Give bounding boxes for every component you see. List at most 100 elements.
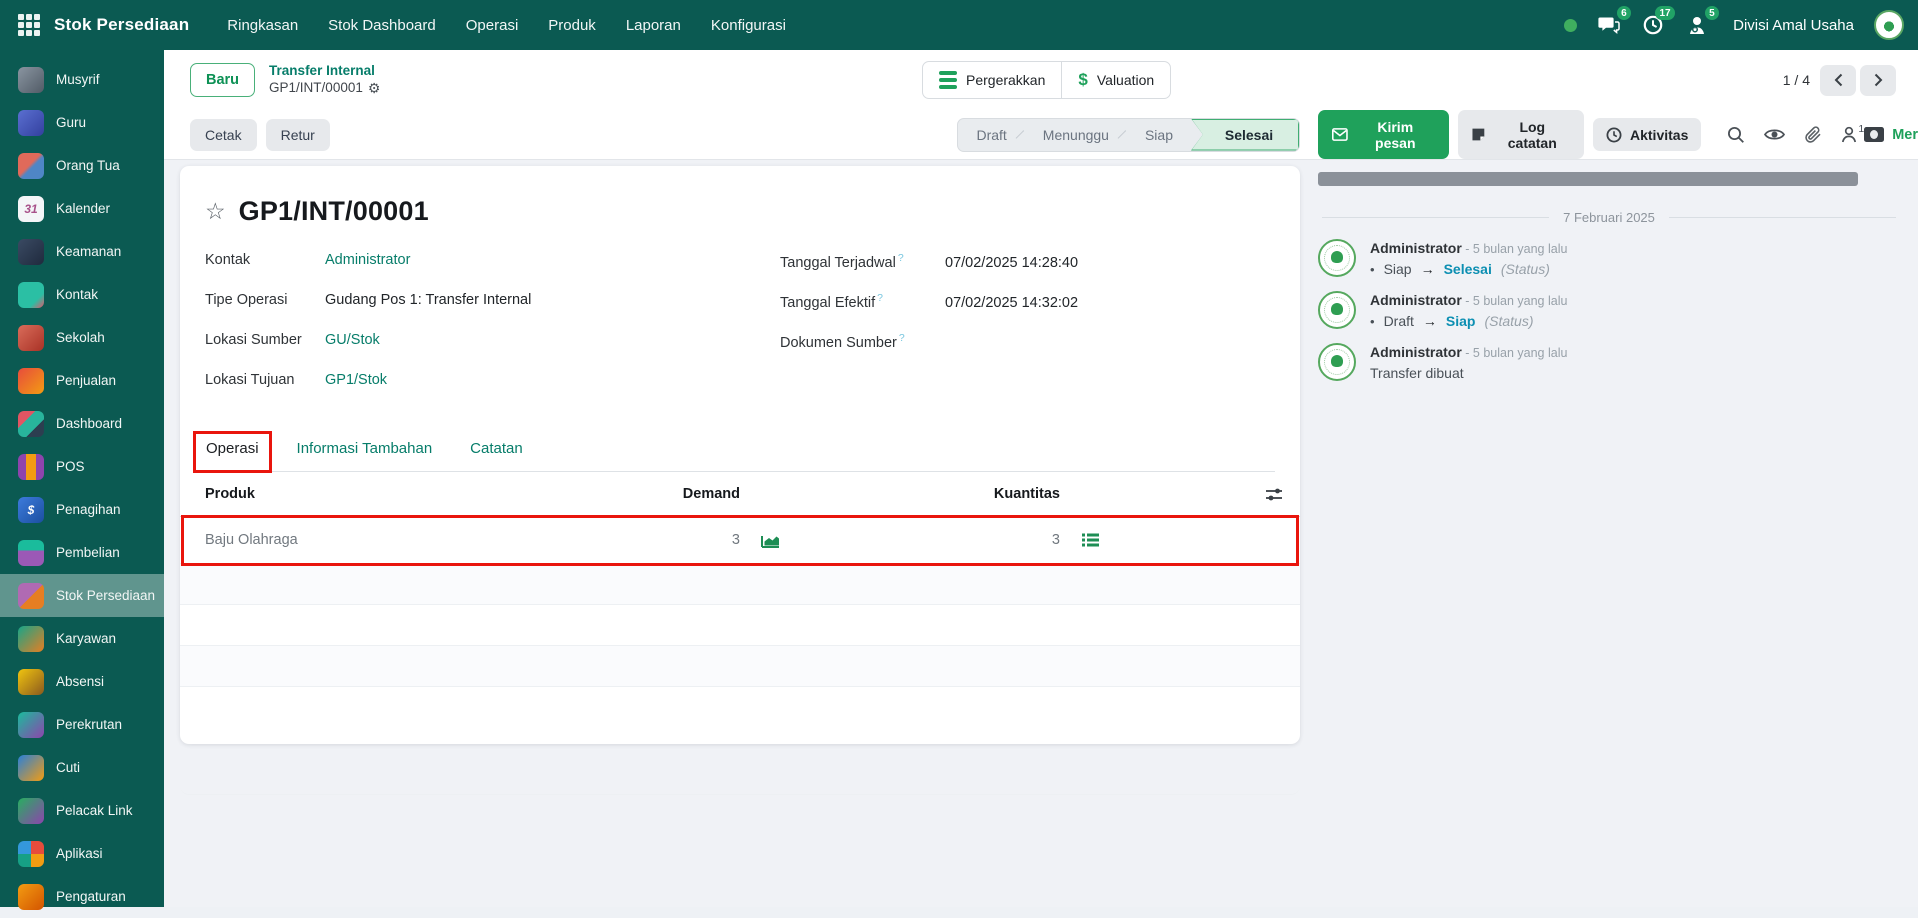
field-value-kontak[interactable]: Administrator [325, 252, 410, 268]
form-sheet: GP1/INT/00001 KontakAdministrator Tipe O… [180, 166, 1300, 744]
guru-icon [18, 110, 44, 136]
sidebar-item-kalender[interactable]: 31Kalender [0, 187, 164, 230]
messages-icon[interactable]: 6 [1597, 13, 1621, 37]
app-name[interactable]: Stok Persediaan [54, 15, 189, 35]
avatar[interactable] [1318, 291, 1356, 329]
message-author[interactable]: Administrator [1370, 292, 1462, 308]
sidebar-item-stok-persediaan[interactable]: Stok Persediaan [0, 574, 164, 617]
search-icon[interactable] [1727, 126, 1745, 144]
followers-icon[interactable]: 1 [1841, 126, 1864, 143]
empty-row[interactable] [180, 564, 1300, 605]
avatar[interactable] [1318, 343, 1356, 381]
help-icon[interactable]: ? [898, 252, 904, 264]
table-row[interactable]: Baju Olahraga33 [180, 517, 1300, 564]
eye-icon[interactable] [1764, 127, 1785, 142]
detailed-operations-icon[interactable] [1081, 532, 1100, 548]
moves-button[interactable]: Pergerakkan [923, 62, 1061, 98]
tab-operasi[interactable]: Operasi [206, 440, 259, 471]
sidebar-item-keamanan[interactable]: Keamanan [0, 230, 164, 273]
valuation-button[interactable]: Valuation [1061, 62, 1170, 98]
return-button[interactable]: Retur [266, 119, 330, 151]
gear-icon[interactable] [368, 80, 381, 98]
sidebar-item-pos[interactable]: POS [0, 445, 164, 488]
app-sidebar: Musyrif Guru Orang Tua 31Kalender Keaman… [0, 50, 164, 907]
sidebar-item-aplikasi[interactable]: Aplikasi [0, 832, 164, 875]
sidebar-item-karyawan[interactable]: Karyawan [0, 617, 164, 660]
topbar: Stok Persediaan Ringkasan Stok Dashboard… [0, 0, 1918, 50]
to-state[interactable]: Selesai [1444, 261, 1492, 277]
user-avatar[interactable] [1874, 10, 1904, 40]
help-icon[interactable]: ? [877, 292, 883, 304]
favorite-star-icon[interactable] [205, 200, 226, 223]
sidebar-item-dashboard[interactable]: Dashboard [0, 402, 164, 445]
sidebar-item-pelacak-link[interactable]: Pelacak Link [0, 789, 164, 832]
forecast-chart-icon[interactable] [760, 532, 781, 549]
menu-laporan[interactable]: Laporan [626, 17, 681, 34]
column-kuantitas[interactable]: Kuantitas [800, 486, 1060, 502]
sidebar-item-orang-tua[interactable]: Orang Tua [0, 144, 164, 187]
pager-prev-button[interactable] [1820, 65, 1856, 96]
sidebar-item-pembelian[interactable]: Pembelian [0, 531, 164, 574]
field-label-kontak: Kontak [205, 252, 325, 268]
sidebar-item-penagihan[interactable]: $Penagihan [0, 488, 164, 531]
status-draft[interactable]: Draft [958, 119, 1024, 151]
pager-next-button[interactable] [1860, 65, 1896, 96]
keamanan-icon [18, 239, 44, 265]
help-icon[interactable]: ? [899, 332, 905, 344]
activity-button[interactable]: Aktivitas [1593, 118, 1701, 151]
avatar[interactable] [1318, 239, 1356, 277]
message-author[interactable]: Administrator [1370, 240, 1462, 256]
follow-control[interactable]: Mer [1864, 127, 1918, 143]
menu-stok-dashboard[interactable]: Stok Dashboard [328, 17, 436, 34]
follow-label[interactable]: Mer [1892, 127, 1918, 143]
column-options [1120, 486, 1300, 503]
field-value-lokasi-tujuan[interactable]: GP1/Stok [325, 372, 387, 388]
field-value-lokasi-sumber[interactable]: GU/Stok [325, 332, 380, 348]
new-button[interactable]: Baru [190, 63, 255, 97]
empty-row[interactable] [180, 687, 1300, 795]
cell-demand: 3 [732, 532, 740, 548]
empty-row[interactable] [180, 605, 1300, 646]
menu-operasi[interactable]: Operasi [466, 17, 519, 34]
menu-produk[interactable]: Produk [548, 17, 596, 34]
paperclip-icon[interactable] [1804, 126, 1822, 144]
status-siap[interactable]: Siap [1127, 119, 1191, 151]
sidebar-item-sekolah[interactable]: Sekolah [0, 316, 164, 359]
sidebar-item-absensi[interactable]: Absensi [0, 660, 164, 703]
tab-informasi-tambahan[interactable]: Informasi Tambahan [297, 440, 433, 471]
breadcrumb-parent[interactable]: Transfer Internal [269, 63, 380, 80]
log-note-button[interactable]: Log catatan [1458, 110, 1584, 159]
arrow-right-icon [1423, 313, 1437, 329]
field-value-tanggal-terjadwal[interactable]: 07/02/2025 14:28:40 [945, 255, 1078, 271]
sidebar-item-musyrif[interactable]: Musyrif [0, 58, 164, 101]
user-award-icon[interactable]: 5 [1685, 13, 1709, 37]
apps-grid-icon[interactable] [18, 14, 40, 36]
sidebar-item-kontak[interactable]: Kontak [0, 273, 164, 316]
field-value-tanggal-efektif[interactable]: 07/02/2025 14:32:02 [945, 295, 1078, 311]
sidebar-item-pengaturan[interactable]: Pengaturan [0, 875, 164, 918]
sidebar-item-guru[interactable]: Guru [0, 101, 164, 144]
tab-catatan[interactable]: Catatan [470, 440, 523, 471]
column-produk[interactable]: ProdukDemand [180, 486, 740, 502]
send-message-button[interactable]: Kirim pesan [1318, 110, 1449, 159]
sidebar-item-penjualan[interactable]: Penjualan [0, 359, 164, 402]
header-demand-label: Demand [683, 486, 740, 502]
status-menunggu[interactable]: Menunggu [1025, 119, 1127, 151]
company-name[interactable]: Divisi Amal Usaha [1733, 17, 1854, 34]
activity-clock-icon[interactable]: 17 [1641, 13, 1665, 37]
message-time: 5 bulan yang lalu [1462, 242, 1568, 256]
pelacak-link-icon [18, 798, 44, 824]
status-selesai-active[interactable]: Selesai [1191, 119, 1299, 151]
field-value-tipe-operasi[interactable]: Gudang Pos 1: Transfer Internal [325, 292, 531, 308]
to-state[interactable]: Siap [1446, 313, 1476, 329]
sidebar-item-perekrutan[interactable]: Perekrutan [0, 703, 164, 746]
message-author[interactable]: Administrator [1370, 344, 1462, 360]
sidebar-item-cuti[interactable]: Cuti [0, 746, 164, 789]
sliders-icon[interactable] [1264, 486, 1284, 503]
empty-row[interactable] [180, 646, 1300, 687]
menu-konfigurasi[interactable]: Konfigurasi [711, 17, 786, 34]
dashboard-icon [18, 411, 44, 437]
print-button[interactable]: Cetak [190, 119, 257, 151]
kalender-icon: 31 [18, 196, 44, 222]
menu-ringkasan[interactable]: Ringkasan [227, 17, 298, 34]
